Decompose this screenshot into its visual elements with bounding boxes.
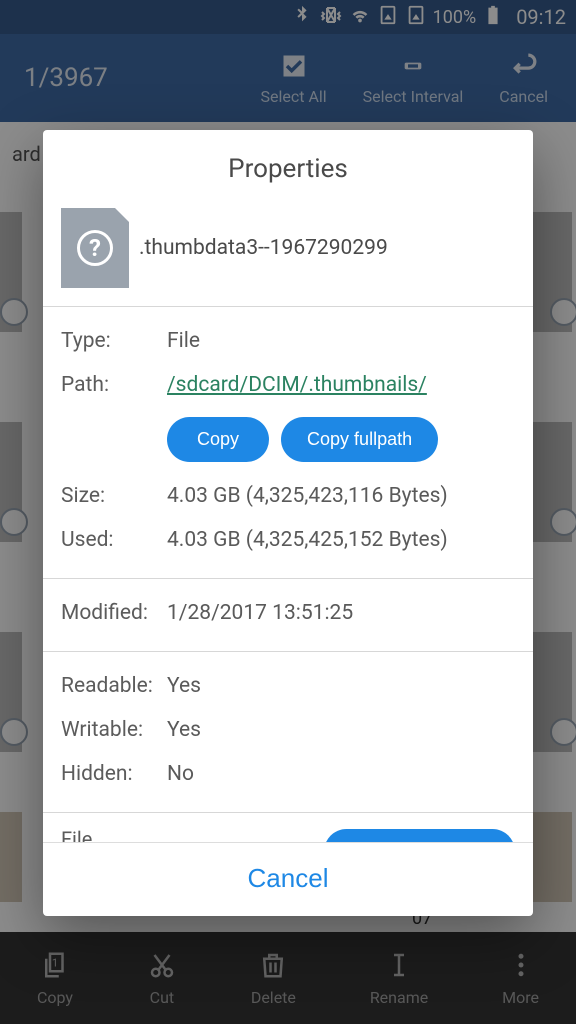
show-checksum-button[interactable]: Show checksum [324, 829, 515, 843]
modified-label: Modified: [61, 597, 167, 629]
used-value: 4.03 GB (4,325,425,152 Bytes) [167, 524, 515, 556]
checksum-label: File checksum [61, 827, 181, 842]
copy-fullpath-button[interactable]: Copy fullpath [281, 417, 438, 462]
path-link[interactable]: /sdcard/DCIM/.thumbnails/ [167, 373, 427, 397]
dialog-title: Properties [43, 130, 533, 202]
modal-overlay[interactable]: Properties ? .thumbdata3--1967290299 Typ… [0, 0, 576, 1024]
modified-value: 1/28/2017 13:51:25 [167, 597, 515, 629]
copy-path-button[interactable]: Copy [167, 417, 269, 462]
hidden-label: Hidden: [61, 758, 167, 790]
unknown-file-icon: ? [61, 208, 129, 288]
cancel-button[interactable]: Cancel [248, 863, 329, 894]
readable-value: Yes [167, 670, 515, 702]
type-label: Type: [61, 325, 167, 357]
file-name: .thumbdata3--1967290299 [139, 236, 388, 260]
size-value: 4.03 GB (4,325,423,116 Bytes) [167, 480, 515, 512]
readable-label: Readable: [61, 670, 167, 702]
path-label: Path: [61, 369, 167, 401]
hidden-value: No [167, 758, 515, 790]
writable-label: Writable: [61, 714, 167, 746]
type-value: File [167, 325, 515, 357]
writable-value: Yes [167, 714, 515, 746]
used-label: Used: [61, 524, 167, 556]
size-label: Size: [61, 480, 167, 512]
properties-dialog: Properties ? .thumbdata3--1967290299 Typ… [43, 130, 533, 916]
